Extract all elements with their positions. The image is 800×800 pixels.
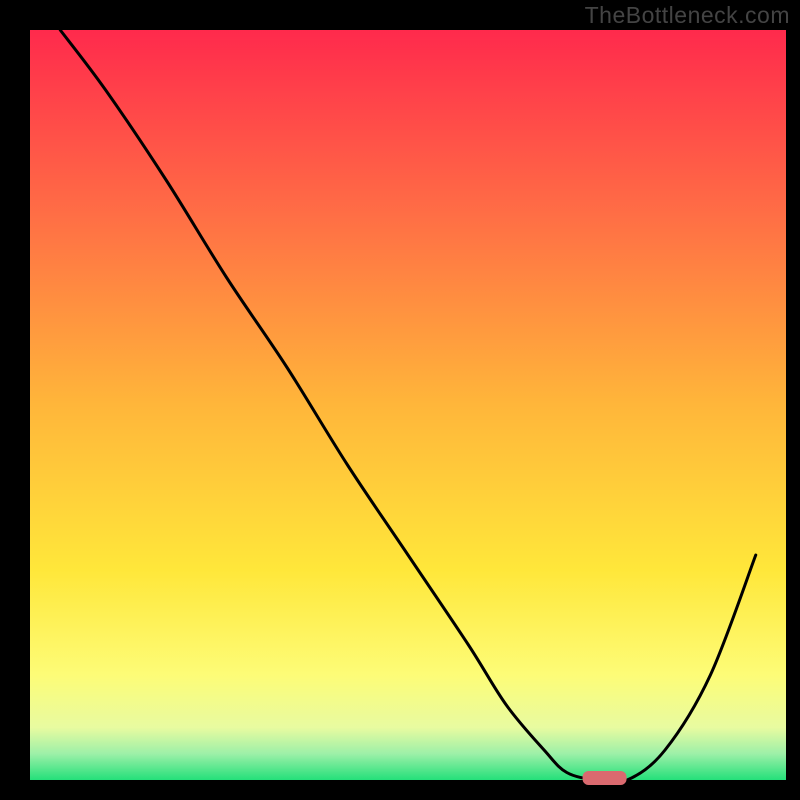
chart-frame: TheBottleneck.com — [0, 0, 800, 800]
watermark-text: TheBottleneck.com — [585, 2, 790, 29]
optimal-marker — [583, 771, 627, 785]
plot-background — [30, 30, 786, 780]
bottleneck-chart — [0, 0, 800, 800]
